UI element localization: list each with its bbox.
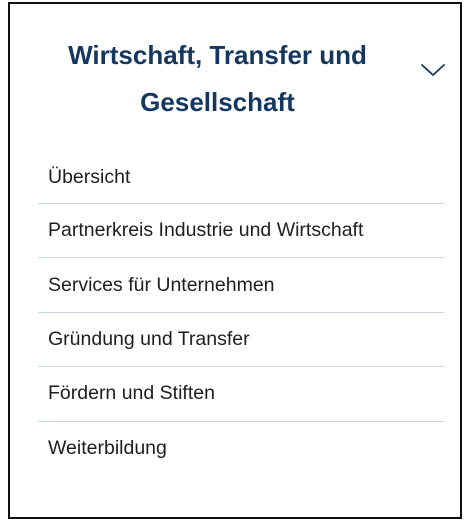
menu-item-label: Partnerkreis Industrie und Wirtschaft (48, 219, 364, 242)
navigation-panel: Wirtschaft, Transfer und Gesellschaft Üb… (8, 2, 462, 519)
menu-item-gruendung[interactable]: Gründung und Transfer (38, 313, 444, 368)
menu-item-services[interactable]: Services für Unternehmen (38, 258, 444, 313)
section-header-toggle[interactable]: Wirtschaft, Transfer und Gesellschaft (10, 4, 460, 132)
section-title-line-2: Gesellschaft (140, 87, 295, 117)
menu-item-uebersicht[interactable]: Übersicht (38, 152, 444, 204)
section-menu: Übersicht Partnerkreis Industrie und Wir… (38, 152, 444, 476)
menu-item-partnerkreis[interactable]: Partnerkreis Industrie und Wirtschaft (38, 204, 444, 259)
section-title-line-1: Wirtschaft, Transfer und (68, 40, 367, 70)
section-title: Wirtschaft, Transfer und Gesellschaft (30, 32, 405, 126)
menu-item-foerdern[interactable]: Fördern und Stiften (38, 367, 444, 422)
menu-item-weiterbildung[interactable]: Weiterbildung (38, 422, 444, 476)
menu-item-label: Übersicht (48, 166, 131, 188)
menu-item-label: Gründung und Transfer (48, 327, 250, 350)
menu-item-label: Fördern und Stiften (48, 382, 215, 405)
chevron-down-icon[interactable] (420, 62, 446, 78)
menu-item-label: Weiterbildung (48, 437, 167, 460)
menu-item-label: Services für Unternehmen (48, 273, 275, 296)
